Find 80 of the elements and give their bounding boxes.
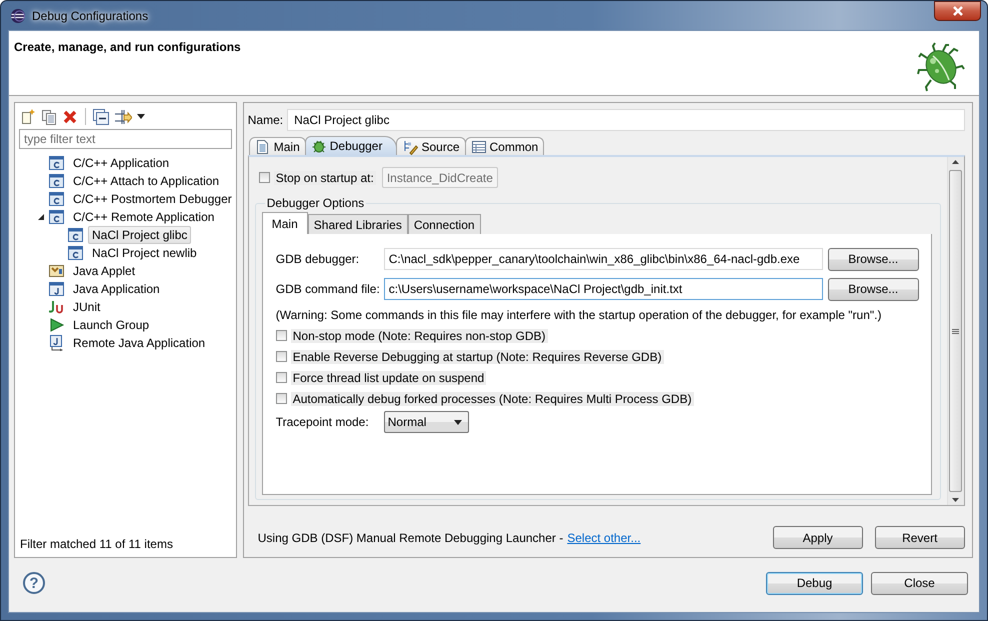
- checkbox[interactable]: [276, 351, 287, 362]
- editor-button[interactable]: Revert: [874, 526, 965, 549]
- path-field[interactable]: c:\Users\username\workspace\NaCl Project\gdb_init.txt: [384, 278, 823, 300]
- close-icon: [952, 6, 964, 16]
- tree-item[interactable]: Launch Group: [69, 316, 154, 334]
- warning-text: (Warning: Some commands in this file may interfere with the startup operation of the debugger, for example "run".): [276, 308, 882, 322]
- field-label: Tracepoint mode:: [276, 415, 370, 429]
- editor-button[interactable]: Apply: [772, 526, 863, 549]
- checkbox-label: Enable Reverse Debugging at startup (Note: Requires Reverse GDB): [290, 350, 664, 364]
- tab[interactable]: Debugger: [304, 136, 398, 155]
- close-button[interactable]: [934, 1, 981, 21]
- tab[interactable]: Main: [262, 212, 308, 234]
- tab[interactable]: Connection: [408, 214, 481, 234]
- field-label: GDB command file:: [276, 282, 381, 296]
- filter-status: Filter matched 11 of 11 items: [19, 537, 174, 553]
- filter-icon[interactable]: [114, 108, 132, 124]
- dialog-button[interactable]: Close: [871, 572, 968, 594]
- dropdown-arrow-icon: [454, 420, 462, 424]
- field-label: GDB debugger:: [276, 252, 360, 266]
- tab[interactable]: Common: [464, 137, 544, 155]
- checkbox[interactable]: [276, 330, 287, 341]
- scrollbar[interactable]: [946, 157, 964, 505]
- play-icon: [49, 317, 65, 333]
- new-file-icon[interactable]: [20, 108, 36, 124]
- dialog-title: Create, manage, and run configurations: [14, 40, 241, 56]
- eclipse-logo-icon: [10, 8, 26, 24]
- checkbox-label: Non-stop mode (Note: Requires non-stop GDB): [290, 328, 548, 342]
- checkbox[interactable]: [276, 393, 287, 404]
- browse-button[interactable]: Browse...: [828, 278, 919, 300]
- tree-item[interactable]: Remote Java Application: [69, 334, 210, 352]
- tree-item[interactable]: NaCl Project newlib: [88, 244, 201, 262]
- checkbox-label: Stop on startup at:: [274, 170, 376, 184]
- java-app-icon: [49, 281, 65, 297]
- checkbox-label: Automatically debug forked processes (Note: Requires Multi Process GDB): [290, 392, 694, 406]
- config-icon: [68, 245, 84, 261]
- page-icon: [254, 138, 271, 154]
- tree-item[interactable]: C/C++ Application: [69, 154, 174, 172]
- tree-item[interactable]: C/C++ Attach to Application: [69, 172, 224, 190]
- name-field[interactable]: NaCl Project glibc: [287, 109, 965, 131]
- tree-item[interactable]: Java Applet: [69, 262, 140, 280]
- config-icon: [49, 155, 65, 171]
- junit-icon: [49, 299, 65, 315]
- field-label: Name:: [248, 113, 284, 127]
- tracepoint-dropdown[interactable]: Normal: [384, 411, 469, 433]
- config-icon: [49, 173, 65, 189]
- collapse-all-icon[interactable]: [93, 108, 109, 124]
- tree-item[interactable]: C/C++ Postmortem Debugger: [69, 190, 236, 208]
- down-arrow-icon: [952, 498, 960, 502]
- tree-item[interactable]: Java Application: [69, 280, 164, 298]
- config-icon: [49, 209, 65, 225]
- grip-icon: [952, 328, 960, 334]
- group-title: Debugger Options: [266, 196, 366, 210]
- bug-icon: [310, 138, 327, 154]
- tab[interactable]: Shared Libraries: [308, 214, 408, 234]
- filter-field[interactable]: type filter text: [19, 129, 232, 149]
- copy-icon[interactable]: [41, 108, 57, 124]
- up-arrow-icon: [952, 160, 960, 164]
- remote-app-icon: [49, 335, 65, 351]
- path-field[interactable]: C:\nacl_sdk\pepper_canary\toolchain\win_x86_glibc\bin\x86_64-nacl-gdb.exe: [384, 248, 823, 270]
- tree-item[interactable]: NaCl Project glibc: [88, 226, 192, 244]
- tab[interactable]: Main: [248, 137, 306, 155]
- window-title: Debug Configurations: [32, 8, 150, 22]
- config-icon: [68, 227, 84, 243]
- expand-arrow-icon[interactable]: [37, 213, 45, 221]
- delete-icon[interactable]: [62, 108, 78, 124]
- checkbox[interactable]: [276, 372, 287, 383]
- checkbox-label: Force thread list update on suspend: [290, 370, 486, 384]
- table-icon: [470, 138, 487, 154]
- browse-button[interactable]: Browse...: [828, 248, 919, 270]
- help-icon[interactable]: ?: [23, 572, 45, 594]
- launcher-text: Using GDB (DSF) Manual Remote Debugging Launcher -: [258, 530, 564, 544]
- tree-pencil-icon: [402, 138, 418, 154]
- config-icon: [49, 191, 65, 207]
- tab[interactable]: Source: [396, 137, 466, 155]
- tree-item[interactable]: JUnit: [69, 298, 104, 316]
- applet-icon: [49, 263, 65, 279]
- dialog-button[interactable]: Debug: [766, 572, 863, 594]
- tree-item[interactable]: C/C++ Remote Application: [69, 208, 218, 226]
- select-other-link[interactable]: Select other...: [567, 530, 641, 544]
- dropdown-arrow-icon[interactable]: [137, 114, 145, 119]
